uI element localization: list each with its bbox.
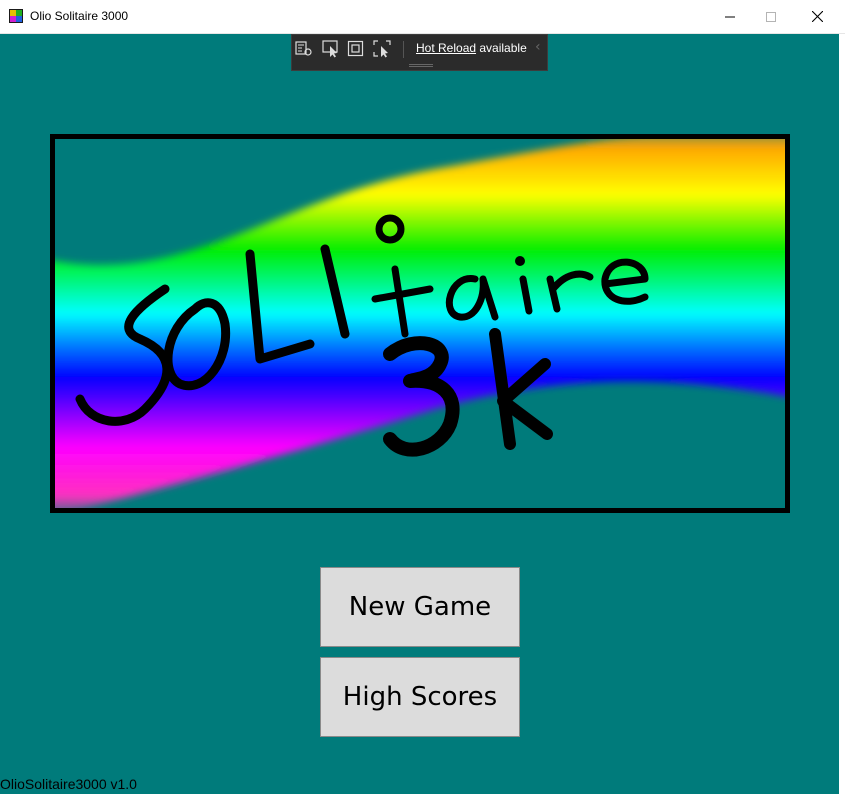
hot-reload-status-text: available — [476, 41, 527, 55]
title-bar: Olio Solitaire 3000 — [0, 0, 845, 34]
select-element-icon[interactable] — [322, 40, 340, 58]
track-focus-icon[interactable] — [373, 40, 391, 58]
maximize-icon — [766, 11, 776, 22]
live-visual-tree-icon[interactable] — [295, 40, 313, 58]
collapse-chevron-icon[interactable]: ‹ — [535, 39, 541, 55]
window-border — [839, 34, 845, 794]
xaml-dev-toolbar: Hot Reload available ‹ — [291, 34, 548, 71]
minimize-icon — [725, 16, 735, 17]
hot-reload-status: Hot Reload available — [416, 41, 527, 55]
close-icon — [811, 11, 823, 22]
hot-reload-link[interactable]: Hot Reload — [416, 41, 476, 55]
window-title: Olio Solitaire 3000 — [30, 9, 129, 23]
toolbar-separator — [403, 41, 404, 58]
logo-rainbow-graphic — [55, 139, 785, 508]
minimize-button[interactable] — [707, 0, 753, 33]
toolbar-drag-grip[interactable] — [409, 64, 433, 67]
display-layout-adorners-icon[interactable] — [347, 40, 365, 58]
close-button[interactable] — [794, 0, 840, 33]
maximize-button[interactable] — [748, 0, 794, 33]
game-logo — [50, 134, 790, 513]
new-game-button[interactable]: New Game — [320, 567, 520, 647]
high-scores-button[interactable]: High Scores — [320, 657, 520, 737]
app-cards-icon — [9, 9, 23, 23]
version-label: OlioSolitaire3000 v1.0 — [0, 776, 137, 792]
